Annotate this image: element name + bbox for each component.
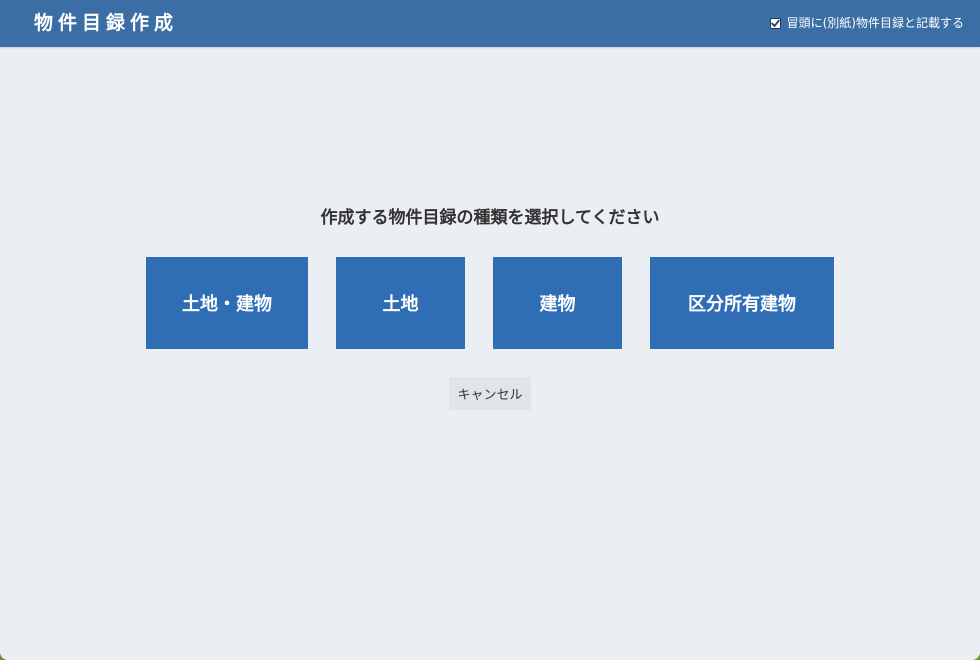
condominium-unit-button[interactable]: 区分所有建物 xyxy=(650,257,834,349)
window-title: 物件目録作成 xyxy=(34,12,179,34)
checkmark-icon xyxy=(770,19,780,27)
header-option-checkbox[interactable] xyxy=(769,17,781,29)
cancel-button[interactable]: キャンセル xyxy=(449,377,531,410)
selection-prompt: 作成する物件目録の種類を選択してください xyxy=(320,208,660,228)
land-button[interactable]: 土地 xyxy=(336,257,465,349)
header-option-label: 冒頭に(別紙)物件目録と記載する xyxy=(786,16,964,30)
dialog-window: 物件目録作成 冒頭に(別紙)物件目録と記載する 作成する物件目録の種類を選択して… xyxy=(0,0,980,660)
header-option-toggle[interactable]: 冒頭に(別紙)物件目録と記載する xyxy=(769,15,964,31)
titlebar: 物件目録作成 冒頭に(別紙)物件目録と記載する xyxy=(0,0,980,47)
building-button[interactable]: 建物 xyxy=(493,257,622,349)
land-and-building-button[interactable]: 土地・建物 xyxy=(146,257,308,349)
